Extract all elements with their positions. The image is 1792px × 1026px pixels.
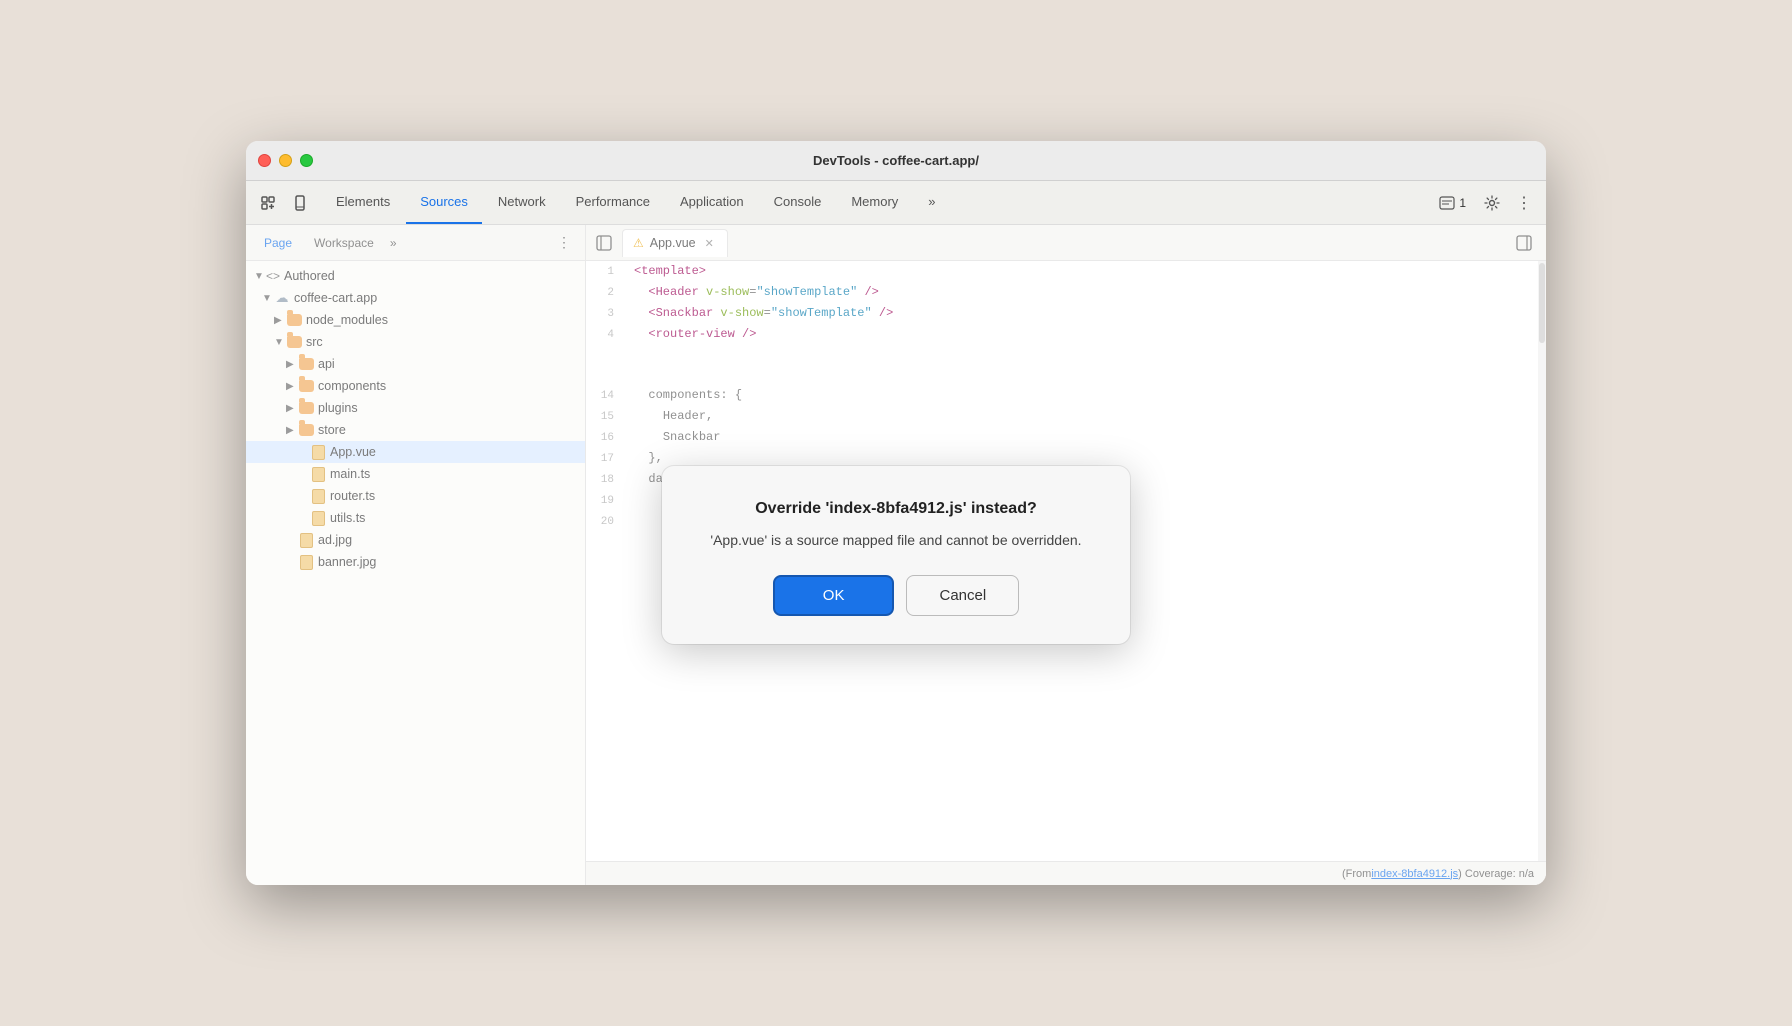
window-title: DevTools - coffee-cart.app/ [813, 153, 979, 168]
device-toolbar-icon[interactable] [286, 189, 314, 217]
console-count: 1 [1459, 196, 1466, 210]
dialog-overlay: Override 'index-8bfa4912.js' instead? 'A… [246, 225, 1546, 885]
override-dialog: Override 'index-8bfa4912.js' instead? 'A… [662, 466, 1129, 644]
traffic-lights [258, 154, 313, 167]
tab-spacer [952, 181, 1430, 224]
inspect-icon[interactable] [254, 189, 282, 217]
tab-network[interactable]: Network [484, 181, 560, 224]
dialog-ok-button[interactable]: OK [773, 575, 895, 616]
tab-sources[interactable]: Sources [406, 181, 482, 224]
devtools-body: Page Workspace » ⋮ ▼ <> Authored ▼ ☁ [246, 225, 1546, 885]
toolbar-right: 1 ⋮ [1431, 181, 1538, 224]
settings-icon[interactable] [1478, 189, 1506, 217]
devtools-toolbar: Elements Sources Network Performance App… [246, 181, 1546, 225]
tab-performance[interactable]: Performance [562, 181, 664, 224]
devtools-window: DevTools - coffee-cart.app/ [246, 141, 1546, 885]
minimize-button[interactable] [279, 154, 292, 167]
more-menu-icon[interactable]: ⋮ [1510, 189, 1538, 217]
dialog-message: 'App.vue' is a source mapped file and ca… [710, 530, 1081, 551]
dialog-cancel-button[interactable]: Cancel [906, 575, 1019, 616]
fullscreen-button[interactable] [300, 154, 313, 167]
title-bar: DevTools - coffee-cart.app/ [246, 141, 1546, 181]
tab-application[interactable]: Application [666, 181, 758, 224]
console-count-badge[interactable]: 1 [1431, 194, 1474, 212]
tab-more[interactable]: » [914, 181, 949, 224]
right-panel: ⚠ App.vue ✕ 1 <template> [586, 225, 1546, 885]
close-button[interactable] [258, 154, 271, 167]
tab-console[interactable]: Console [760, 181, 836, 224]
toolbar-icons [254, 181, 314, 224]
dialog-title: Override 'index-8bfa4912.js' instead? [710, 498, 1081, 520]
tab-memory[interactable]: Memory [837, 181, 912, 224]
tab-elements[interactable]: Elements [322, 181, 404, 224]
dialog-buttons: OK Cancel [710, 575, 1081, 616]
